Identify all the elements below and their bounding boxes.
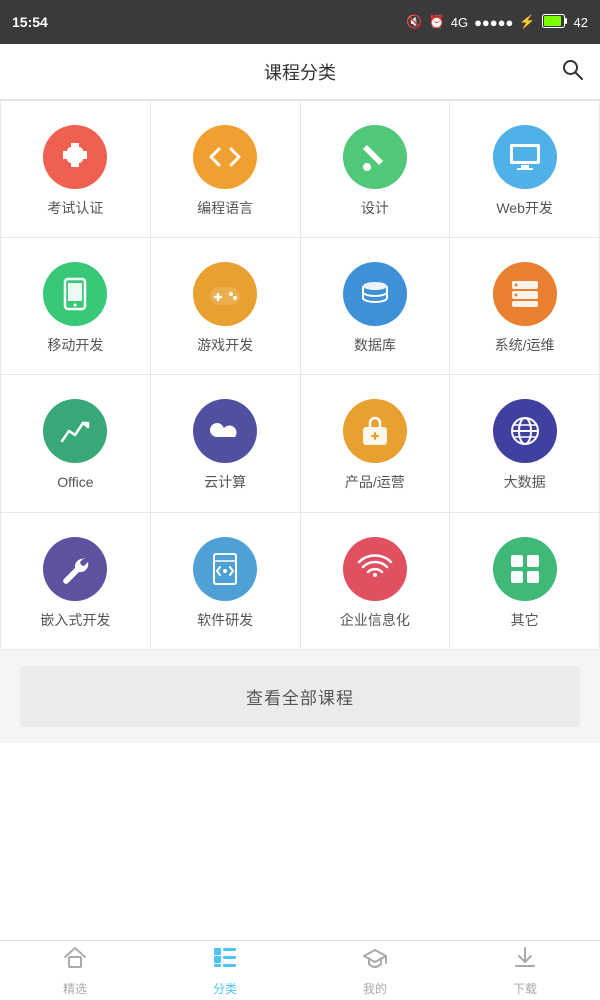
category-label-software: 软件研发 bbox=[197, 611, 253, 629]
category-item-programming[interactable]: 编程语言 bbox=[151, 101, 301, 238]
category-label-game: 游戏开发 bbox=[197, 336, 253, 354]
category-item-sysops[interactable]: 系统/运维 bbox=[450, 238, 600, 375]
status-mute-icon: 🔇 bbox=[406, 14, 422, 30]
category-item-product[interactable]: 产品/运营 bbox=[301, 375, 451, 512]
category-label-mobile: 移动开发 bbox=[47, 336, 103, 354]
category-item-bigdata[interactable]: 大数据 bbox=[450, 375, 600, 512]
category-icon-database bbox=[343, 262, 407, 326]
category-icon-exam bbox=[43, 125, 107, 189]
header: 课程分类 bbox=[0, 44, 600, 100]
category-icon-cloud bbox=[193, 399, 257, 463]
category-label-product: 产品/运营 bbox=[345, 473, 405, 491]
category-label-embedded: 嵌入式开发 bbox=[40, 611, 110, 629]
nav-item-category[interactable]: 分类 bbox=[150, 941, 300, 1000]
category-item-cloud[interactable]: 云计算 bbox=[151, 375, 301, 512]
nav-icon-mine bbox=[362, 944, 388, 976]
category-label-cloud: 云计算 bbox=[204, 473, 246, 491]
nav-icon-download bbox=[512, 944, 538, 976]
category-icon-embedded bbox=[43, 537, 107, 601]
category-label-database: 数据库 bbox=[354, 336, 396, 354]
category-icon-programming bbox=[193, 125, 257, 189]
category-label-programming: 编程语言 bbox=[197, 199, 253, 217]
status-bar: 15:54 🔇 ⏰ 4G ●●●●● ⚡ 42 bbox=[0, 0, 600, 44]
category-item-web[interactable]: Web开发 bbox=[450, 101, 600, 238]
nav-item-featured[interactable]: 精选 bbox=[0, 941, 150, 1000]
view-all-section: 查看全部课程 bbox=[0, 650, 600, 743]
category-icon-game bbox=[193, 262, 257, 326]
category-item-mobile[interactable]: 移动开发 bbox=[1, 238, 151, 375]
category-item-other[interactable]: 其它 bbox=[450, 513, 600, 650]
status-network: 4G bbox=[451, 15, 468, 30]
view-all-button[interactable]: 查看全部课程 bbox=[20, 666, 580, 727]
status-battery-level: 42 bbox=[574, 15, 588, 30]
category-item-embedded[interactable]: 嵌入式开发 bbox=[1, 513, 151, 650]
nav-item-download[interactable]: 下载 bbox=[450, 941, 600, 1000]
category-icon-design bbox=[343, 125, 407, 189]
category-icon-sysops bbox=[493, 262, 557, 326]
status-signal-icon: ●●●●● bbox=[474, 15, 513, 30]
category-label-enterprise: 企业信息化 bbox=[340, 611, 410, 629]
page-title: 课程分类 bbox=[264, 59, 336, 85]
category-label-office: Office bbox=[57, 473, 93, 491]
category-item-enterprise[interactable]: 企业信息化 bbox=[301, 513, 451, 650]
category-icon-mobile bbox=[43, 262, 107, 326]
status-alarm-icon: ⏰ bbox=[429, 14, 445, 30]
status-battery bbox=[542, 14, 568, 31]
nav-icon-category bbox=[212, 944, 238, 976]
category-label-sysops: 系统/运维 bbox=[495, 336, 555, 354]
category-item-office[interactable]: Office bbox=[1, 375, 151, 512]
category-grid: 考试认证 编程语言 设计 Web开发 移动开发 游戏开发 数据库 bbox=[0, 100, 600, 650]
category-icon-software bbox=[193, 537, 257, 601]
nav-label-mine: 我的 bbox=[363, 980, 387, 997]
main-content: 考试认证 编程语言 设计 Web开发 移动开发 游戏开发 数据库 bbox=[0, 100, 600, 940]
nav-icon-featured bbox=[62, 944, 88, 976]
category-icon-other bbox=[493, 537, 557, 601]
category-label-bigdata: 大数据 bbox=[504, 473, 546, 491]
category-item-database[interactable]: 数据库 bbox=[301, 238, 451, 375]
category-item-exam[interactable]: 考试认证 bbox=[1, 101, 151, 238]
category-icon-bigdata bbox=[493, 399, 557, 463]
bottom-nav: 精选 分类 我的 下载 bbox=[0, 940, 600, 1000]
nav-label-download: 下载 bbox=[513, 980, 537, 997]
category-icon-enterprise bbox=[343, 537, 407, 601]
status-time: 15:54 bbox=[12, 14, 48, 30]
category-item-design[interactable]: 设计 bbox=[301, 101, 451, 238]
status-charging-icon: ⚡ bbox=[519, 14, 535, 30]
category-icon-web bbox=[493, 125, 557, 189]
category-icon-product bbox=[343, 399, 407, 463]
category-icon-office bbox=[43, 399, 107, 463]
nav-item-mine[interactable]: 我的 bbox=[300, 941, 450, 1000]
category-label-design: 设计 bbox=[361, 199, 389, 217]
category-label-exam: 考试认证 bbox=[47, 199, 103, 217]
nav-label-featured: 精选 bbox=[63, 980, 87, 997]
nav-label-category: 分类 bbox=[213, 980, 237, 997]
category-label-web: Web开发 bbox=[496, 199, 553, 217]
category-label-other: 其它 bbox=[511, 611, 539, 629]
category-item-game[interactable]: 游戏开发 bbox=[151, 238, 301, 375]
status-right: 🔇 ⏰ 4G ●●●●● ⚡ 42 bbox=[406, 14, 588, 31]
search-button[interactable] bbox=[560, 57, 584, 87]
category-item-software[interactable]: 软件研发 bbox=[151, 513, 301, 650]
